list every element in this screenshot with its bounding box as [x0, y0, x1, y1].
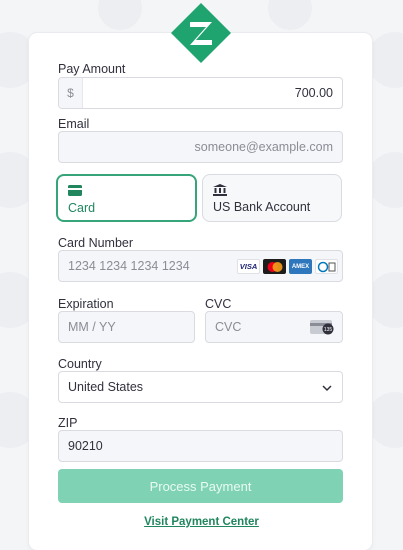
zip-field[interactable]: 90210 [58, 430, 343, 462]
bank-icon [213, 184, 227, 196]
country-label: Country [58, 357, 102, 371]
card-number-label: Card Number [58, 236, 134, 250]
pay-amount-value: 700.00 [294, 86, 333, 100]
credit-card-icon [68, 185, 82, 196]
cvc-placeholder: CVC [215, 320, 242, 334]
payment-method-card[interactable]: Card [56, 174, 197, 222]
process-payment-button[interactable]: Process Payment [58, 469, 343, 503]
mastercard-icon [263, 259, 286, 274]
chevron-down-icon [322, 385, 332, 392]
country-select[interactable]: United States [58, 371, 343, 403]
zip-label: ZIP [58, 416, 78, 430]
cvc-card-icon: 135 [310, 320, 334, 335]
cvc-field[interactable]: CVC 135 [205, 311, 343, 343]
diners-icon [315, 259, 338, 274]
card-number-placeholder: 1234 1234 1234 1234 [68, 259, 190, 273]
payment-method-bank[interactable]: US Bank Account [202, 174, 342, 222]
currency-prefix: $ [59, 78, 83, 108]
email-label: Email [58, 117, 90, 131]
amex-icon: AMEX [289, 259, 312, 274]
visa-icon: VISA [237, 259, 260, 274]
brand-logo-icon [171, 3, 231, 63]
country-value: United States [68, 380, 144, 394]
pay-amount-input[interactable]: $ 700.00 [58, 77, 343, 109]
expiration-label: Expiration [58, 297, 114, 311]
pay-amount-label: Pay Amount [58, 62, 126, 76]
card-brands: VISA AMEX [237, 259, 338, 274]
expiration-placeholder: MM / YY [68, 320, 116, 334]
zip-value: 90210 [68, 439, 103, 453]
email-placeholder: someone@example.com [194, 140, 333, 154]
payment-method-bank-label: US Bank Account [213, 200, 311, 214]
visit-payment-center-link[interactable]: Visit Payment Center [0, 516, 403, 528]
cvc-label: CVC [205, 297, 232, 311]
expiration-field[interactable]: MM / YY [58, 311, 195, 343]
card-number-field[interactable]: 1234 1234 1234 1234 VISA AMEX [58, 250, 343, 282]
payment-method-card-label: Card [68, 201, 96, 215]
email-field[interactable]: someone@example.com [58, 131, 343, 163]
cvc-icon-digits: 135 [324, 327, 333, 333]
